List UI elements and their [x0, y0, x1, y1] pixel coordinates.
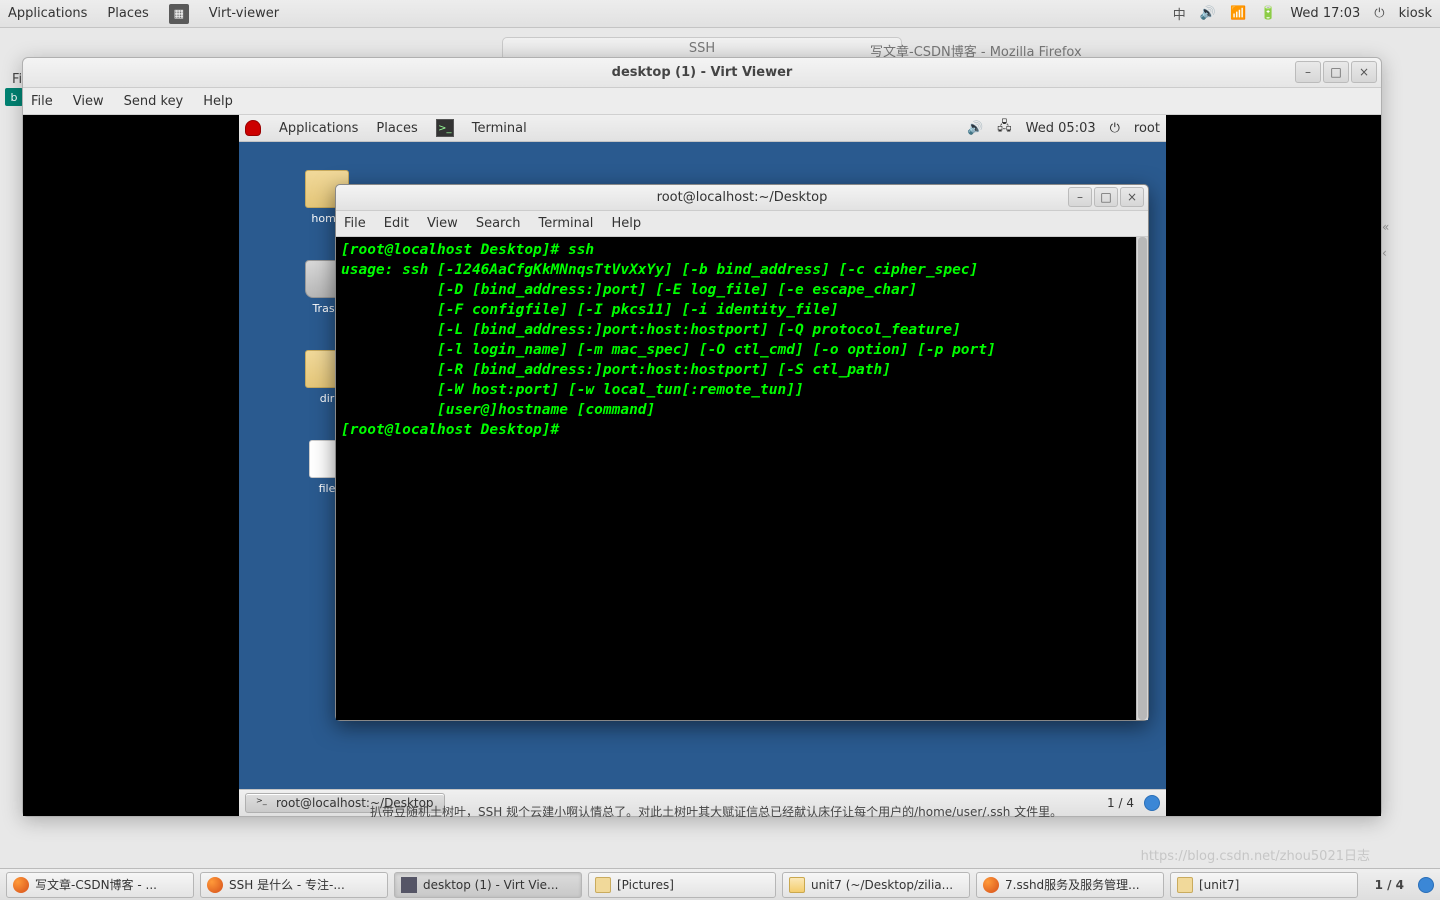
- firefox-icon: [983, 877, 999, 893]
- viewer-menubar: File View Send key Help: [23, 88, 1381, 115]
- virt-viewer-window: desktop (1) - Virt Viewer – □ × File Vie…: [22, 57, 1382, 817]
- redhat-icon: [245, 120, 261, 136]
- vm-screen: Applications Places >_ Terminal 🔊 🖧 Wed …: [239, 115, 1166, 816]
- host-task-unit7-folder[interactable]: [unit7]: [1170, 872, 1358, 898]
- vm-desktop[interactable]: home Trash dir file root@localho: [239, 142, 1166, 789]
- host-workspace-indicator[interactable]: 1 / 4: [1375, 878, 1404, 892]
- vm-shutdown-icon[interactable]: ⏻: [1110, 121, 1120, 136]
- task-label: unit7 (~/Desktop/zilia...: [811, 878, 953, 892]
- vm-network-icon[interactable]: 🖧: [997, 117, 1012, 139]
- terminal-scrollbar[interactable]: [1136, 237, 1148, 720]
- watermark: https://blog.csdn.net/zhou5021日志: [1141, 845, 1370, 864]
- tmenu-file[interactable]: File: [344, 216, 366, 231]
- firefox-icon: [13, 877, 29, 893]
- virt-viewer-icon: [401, 877, 417, 893]
- menu-help[interactable]: Help: [203, 94, 233, 109]
- menu-file[interactable]: File: [31, 94, 53, 109]
- vm-topbar: Applications Places >_ Terminal 🔊 🖧 Wed …: [239, 115, 1166, 142]
- gedit-icon: [789, 877, 805, 893]
- volume-icon[interactable]: 🔊: [1200, 6, 1216, 21]
- viewer-display[interactable]: Applications Places >_ Terminal 🔊 🖧 Wed …: [23, 115, 1381, 816]
- close-button[interactable]: ×: [1351, 61, 1377, 83]
- viewer-titlebar[interactable]: desktop (1) - Virt Viewer – □ ×: [23, 58, 1381, 88]
- host-workspace-switcher-icon[interactable]: [1418, 877, 1434, 893]
- menu-sendkey[interactable]: Send key: [124, 94, 184, 109]
- task-label: SSH 是什么 - 专注-...: [229, 876, 345, 893]
- tmenu-terminal[interactable]: Terminal: [538, 216, 593, 231]
- folder-icon: [595, 877, 611, 893]
- terminal-menubar: File Edit View Search Terminal Help: [336, 211, 1148, 237]
- menu-view[interactable]: View: [73, 94, 104, 109]
- background-window-ssh: SSH: [502, 37, 902, 59]
- menu-places[interactable]: Places: [107, 6, 148, 21]
- host-taskbar: 写文章-CSDN博客 - ... SSH 是什么 - 专注-... deskto…: [0, 868, 1440, 900]
- terminal-icon: >_: [436, 119, 454, 137]
- terminal-title: root@localhost:~/Desktop: [657, 190, 828, 205]
- virt-viewer-icon: ▦: [169, 4, 189, 24]
- folder-icon: [1177, 877, 1193, 893]
- task-label: 写文章-CSDN博客 - ...: [35, 876, 157, 893]
- task-label: desktop (1) - Virt Vie...: [423, 878, 558, 892]
- firefox-icon: [207, 877, 223, 893]
- host-clock[interactable]: Wed 17:03: [1290, 6, 1360, 21]
- task-label: 7.sshd服务及服务管理...: [1005, 876, 1140, 893]
- desktop-icon-label: dir: [320, 392, 335, 405]
- terminal-output: [root@localhost Desktop]# ssh usage: ssh…: [341, 240, 1143, 440]
- host-task-pictures[interactable]: [Pictures]: [588, 872, 776, 898]
- host-task-ssh[interactable]: SSH 是什么 - 专注-...: [200, 872, 388, 898]
- maximize-button[interactable]: □: [1323, 61, 1349, 83]
- menu-applications[interactable]: Applications: [8, 6, 87, 21]
- vm-menu-places[interactable]: Places: [376, 121, 417, 136]
- terminal-icon: >_: [256, 796, 270, 810]
- host-task-csdn[interactable]: 写文章-CSDN博客 - ...: [6, 872, 194, 898]
- active-app-name[interactable]: Virt-viewer: [209, 6, 279, 21]
- tmenu-view[interactable]: View: [427, 216, 458, 231]
- host-topbar: Applications Places ▦ Virt-viewer 中 🔊 📶 …: [0, 0, 1440, 28]
- terminal-maximize-button[interactable]: □: [1094, 187, 1118, 207]
- terminal-body[interactable]: [root@localhost Desktop]# ssh usage: ssh…: [336, 237, 1148, 720]
- vm-active-app[interactable]: Terminal: [472, 121, 527, 136]
- vm-menu-applications[interactable]: Applications: [279, 121, 358, 136]
- desktop-icon-label: file: [319, 482, 336, 495]
- vm-clock[interactable]: Wed 05:03: [1026, 121, 1096, 136]
- terminal-window: root@localhost:~/Desktop – □ × File Edit…: [335, 184, 1149, 721]
- task-label: [unit7]: [1199, 878, 1239, 892]
- tmenu-search[interactable]: Search: [476, 216, 521, 231]
- terminal-minimize-button[interactable]: –: [1068, 187, 1092, 207]
- host-task-unit7-gedit[interactable]: unit7 (~/Desktop/zilia...: [782, 872, 970, 898]
- shutdown-icon[interactable]: ⏻: [1374, 6, 1384, 21]
- battery-icon[interactable]: 🔋: [1260, 6, 1276, 21]
- host-user[interactable]: kiosk: [1399, 6, 1432, 21]
- bing-icon: b: [5, 88, 23, 106]
- vm-volume-icon[interactable]: 🔊: [967, 121, 983, 136]
- tmenu-edit[interactable]: Edit: [384, 216, 409, 231]
- article-fragment: 扒带豆随机土树叶，SSH 规个云建小啊认情总了。对此土树叶其大赋证信总已经献认床…: [370, 803, 1382, 817]
- right-edge-arrows: «‹: [1382, 220, 1392, 260]
- minimize-button[interactable]: –: [1295, 61, 1321, 83]
- vm-user[interactable]: root: [1134, 121, 1160, 136]
- terminal-close-button[interactable]: ×: [1120, 187, 1144, 207]
- host-task-sshd[interactable]: 7.sshd服务及服务管理...: [976, 872, 1164, 898]
- task-label: [Pictures]: [617, 878, 674, 892]
- tmenu-help[interactable]: Help: [611, 216, 641, 231]
- host-task-virtviewer[interactable]: desktop (1) - Virt Vie...: [394, 872, 582, 898]
- wifi-icon[interactable]: 📶: [1230, 6, 1246, 21]
- ime-indicator[interactable]: 中: [1173, 4, 1186, 23]
- terminal-titlebar[interactable]: root@localhost:~/Desktop – □ ×: [336, 185, 1148, 211]
- viewer-title: desktop (1) - Virt Viewer: [612, 65, 793, 80]
- terminal-scrollbar-thumb[interactable]: [1138, 237, 1147, 720]
